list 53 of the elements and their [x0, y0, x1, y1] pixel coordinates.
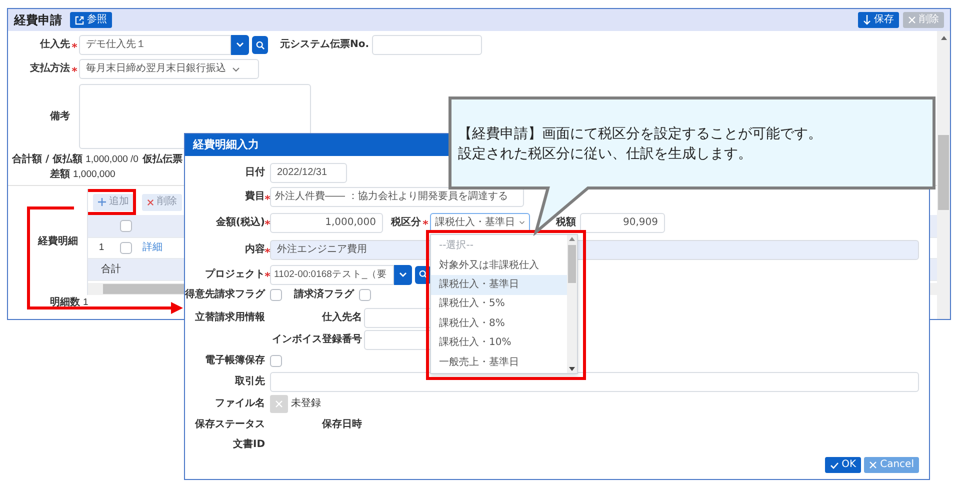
difference-value: 1,000,000 — [73, 169, 116, 181]
field-label: 費目 — [245, 191, 265, 203]
dropdown-option[interactable]: 課税仕入・基準日 — [431, 275, 567, 295]
field-label: 立替請求用情報 — [195, 312, 265, 324]
field-label: 仮払伝票 — [142, 154, 182, 166]
field-label: 保存ステータス — [195, 419, 265, 431]
field-label: インボイス登録番号 — [272, 334, 362, 346]
field-label: 保存日時 — [322, 419, 362, 431]
field-label: 仕入先名 — [322, 312, 362, 324]
supplier-field[interactable]: デモ仕入先１ — [79, 35, 231, 55]
field-label: 備考 — [50, 110, 70, 122]
field-label: 経費明細 — [38, 236, 78, 248]
callout-text: 【経費申請】画面にて税区分を設定することが可能です。 — [458, 126, 822, 143]
callout-text: 設定された税区分に従い、仕訳を生成します。 — [458, 146, 752, 163]
field-label: 日付 — [245, 166, 265, 178]
dropdown-option[interactable]: 一般売上・基準日 — [431, 353, 567, 372]
expense-item-select[interactable]: 外注人件費―― ：協力会社より開発要員を調達する — [270, 187, 524, 207]
save-button[interactable]: 保存 — [858, 12, 899, 28]
field-label: 税額 — [556, 216, 576, 228]
field-label: 請求済フラグ — [294, 289, 354, 301]
field-label: 内容 — [245, 244, 265, 256]
dropdown-option[interactable]: 課税仕入・5% — [431, 294, 567, 314]
field-label: プロジェクト — [205, 268, 265, 280]
reference-button[interactable]: 参照 — [70, 12, 112, 28]
tax-category-select[interactable]: 課税仕入・基準日 — [430, 212, 530, 232]
tax-amount-field[interactable]: 90,909 — [580, 212, 665, 232]
field-label: 元システム伝票No. — [280, 39, 370, 51]
field-label: 税区分 — [391, 216, 421, 228]
field-label: 電子帳簿保存 — [205, 354, 265, 366]
field-label: 得意先請求フラグ — [185, 289, 265, 301]
field-label: 仕入先 — [40, 39, 70, 51]
page-title: 経費申請 — [14, 12, 62, 28]
field-label: 支払方法 — [30, 63, 70, 75]
payment-select[interactable]: 毎月末日締め翌月末日銀行振込 — [79, 59, 259, 79]
field-label: 合計額 / 仮払額 — [12, 154, 83, 166]
field-label: 文書ID — [232, 439, 265, 451]
dropdown-option[interactable]: 課税仕入・8% — [431, 314, 567, 334]
dropdown-option[interactable]: 課税仕入・10% — [431, 334, 567, 354]
total-value: 1,000,000 /0 — [86, 154, 138, 166]
total-label: 合計 — [101, 264, 121, 276]
detail-count-value: 1 — [83, 296, 88, 308]
file-status: 未登録 — [291, 398, 321, 410]
ok-button[interactable]: OK — [824, 457, 862, 473]
detail-link[interactable]: 詳細 — [142, 242, 162, 253]
project-field[interactable]: 1102-00:0168テスト_（要 — [270, 264, 394, 284]
field-label: 取引先 — [235, 376, 265, 388]
amount-field[interactable]: 1,000,000 — [270, 212, 383, 232]
field-label: 差額 — [50, 169, 70, 181]
field-label: 明細数 — [50, 296, 80, 308]
date-field[interactable]: 2022/12/31 — [270, 162, 347, 182]
field-label: 金額(税込) — [216, 216, 265, 228]
row-number: 1 — [98, 242, 104, 253]
field-label: ファイル名 — [215, 398, 265, 410]
